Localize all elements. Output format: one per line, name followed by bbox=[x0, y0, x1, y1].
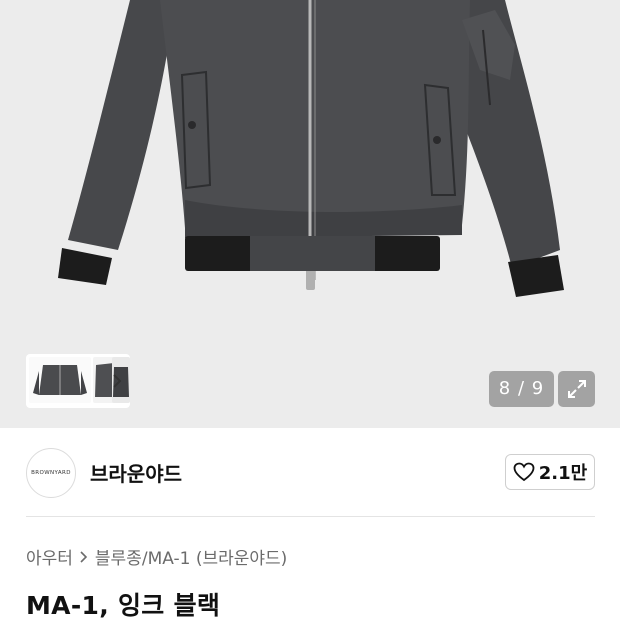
image-counter: 8 / 9 bbox=[489, 371, 554, 407]
breadcrumb-item-category[interactable]: 블루종/MA-1 (브라운야드) bbox=[95, 544, 287, 569]
product-image-gallery[interactable]: 8 / 9 bbox=[0, 0, 620, 428]
brand-logo-text: BROWNYARD bbox=[31, 470, 71, 476]
brand-row: BROWNYARD 브라운야드 2.1만 bbox=[0, 428, 620, 516]
brand-logo[interactable]: BROWNYARD bbox=[26, 448, 76, 498]
divider bbox=[26, 516, 595, 517]
like-count: 2.1만 bbox=[538, 463, 588, 484]
like-button[interactable]: 2.1만 bbox=[505, 454, 595, 490]
expand-arrows-icon bbox=[567, 380, 586, 398]
product-title: MA-1, 잉크 블랙 bbox=[26, 591, 221, 620]
thumbnail-1[interactable] bbox=[29, 357, 91, 403]
brand-name[interactable]: 브라운야드 bbox=[90, 458, 182, 487]
chevron-right-icon[interactable] bbox=[110, 372, 124, 390]
breadcrumb: 아우터 블루종/MA-1 (브라운야드) bbox=[26, 544, 287, 569]
chevron-right-icon bbox=[80, 550, 88, 563]
heart-outline-icon bbox=[513, 462, 535, 482]
breadcrumb-item-outer[interactable]: 아우터 bbox=[26, 544, 73, 569]
expand-button[interactable] bbox=[558, 371, 595, 407]
